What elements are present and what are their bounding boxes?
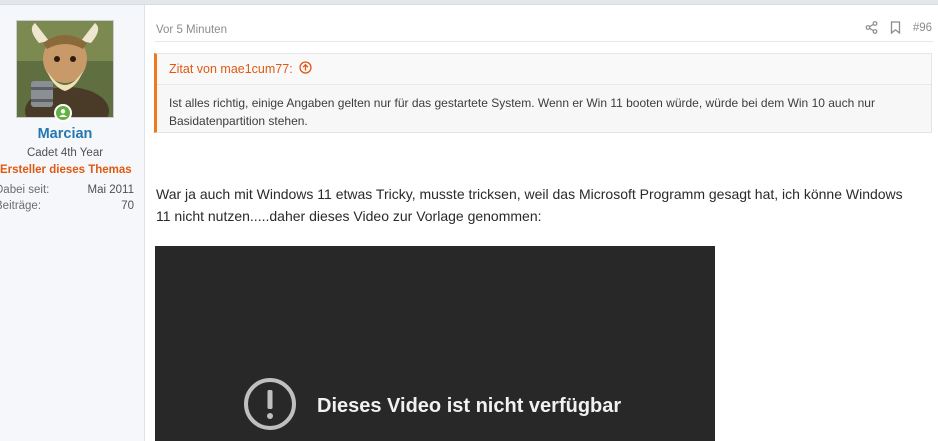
avatar-image (17, 21, 113, 117)
thread-starter-badge: Ersteller dieses Themas (0, 164, 132, 176)
post-message: War ja auch mit Windows 11 etwas Tricky,… (156, 186, 903, 224)
video-unavailable-icon (243, 377, 297, 436)
post-number-link[interactable]: #96 (913, 22, 932, 34)
post-actions: #96 (865, 21, 932, 34)
quote-block: Zitat von mae1cum77: Ist alles richtig, … (154, 53, 932, 133)
stat-label: Dabei seit: (0, 184, 50, 196)
user-sidebar: Marcian Cadet 4th Year Ersteller dieses … (0, 5, 145, 441)
video-error-text: Dieses Video ist nicht verfügbar (317, 395, 622, 417)
stat-label: Beiträge: (0, 200, 42, 212)
quote-text: Ist alles richtig, einige Angaben gelten… (169, 96, 875, 128)
stat-value[interactable]: 70 (121, 200, 134, 212)
post-meta-divider (155, 41, 933, 42)
video-unavailable-message: Dieses Video ist nicht verfügbar (243, 377, 621, 436)
username[interactable]: Marcian (0, 126, 130, 142)
quote-header[interactable]: Zitat von mae1cum77: (157, 54, 931, 85)
post-timestamp[interactable]: Vor 5 Minuten (156, 24, 227, 36)
stat-value: Mai 2011 (87, 184, 134, 196)
quote-jump-icon[interactable] (299, 61, 312, 77)
user-title: Cadet 4th Year (26, 147, 104, 159)
share-icon[interactable] (865, 21, 878, 34)
video-embed[interactable]: Dieses Video ist nicht verfügbar (155, 246, 715, 441)
online-status-icon (54, 104, 72, 122)
quote-attribution[interactable]: Zitat von mae1cum77: (169, 62, 293, 76)
bookmark-icon[interactable] (890, 21, 901, 34)
